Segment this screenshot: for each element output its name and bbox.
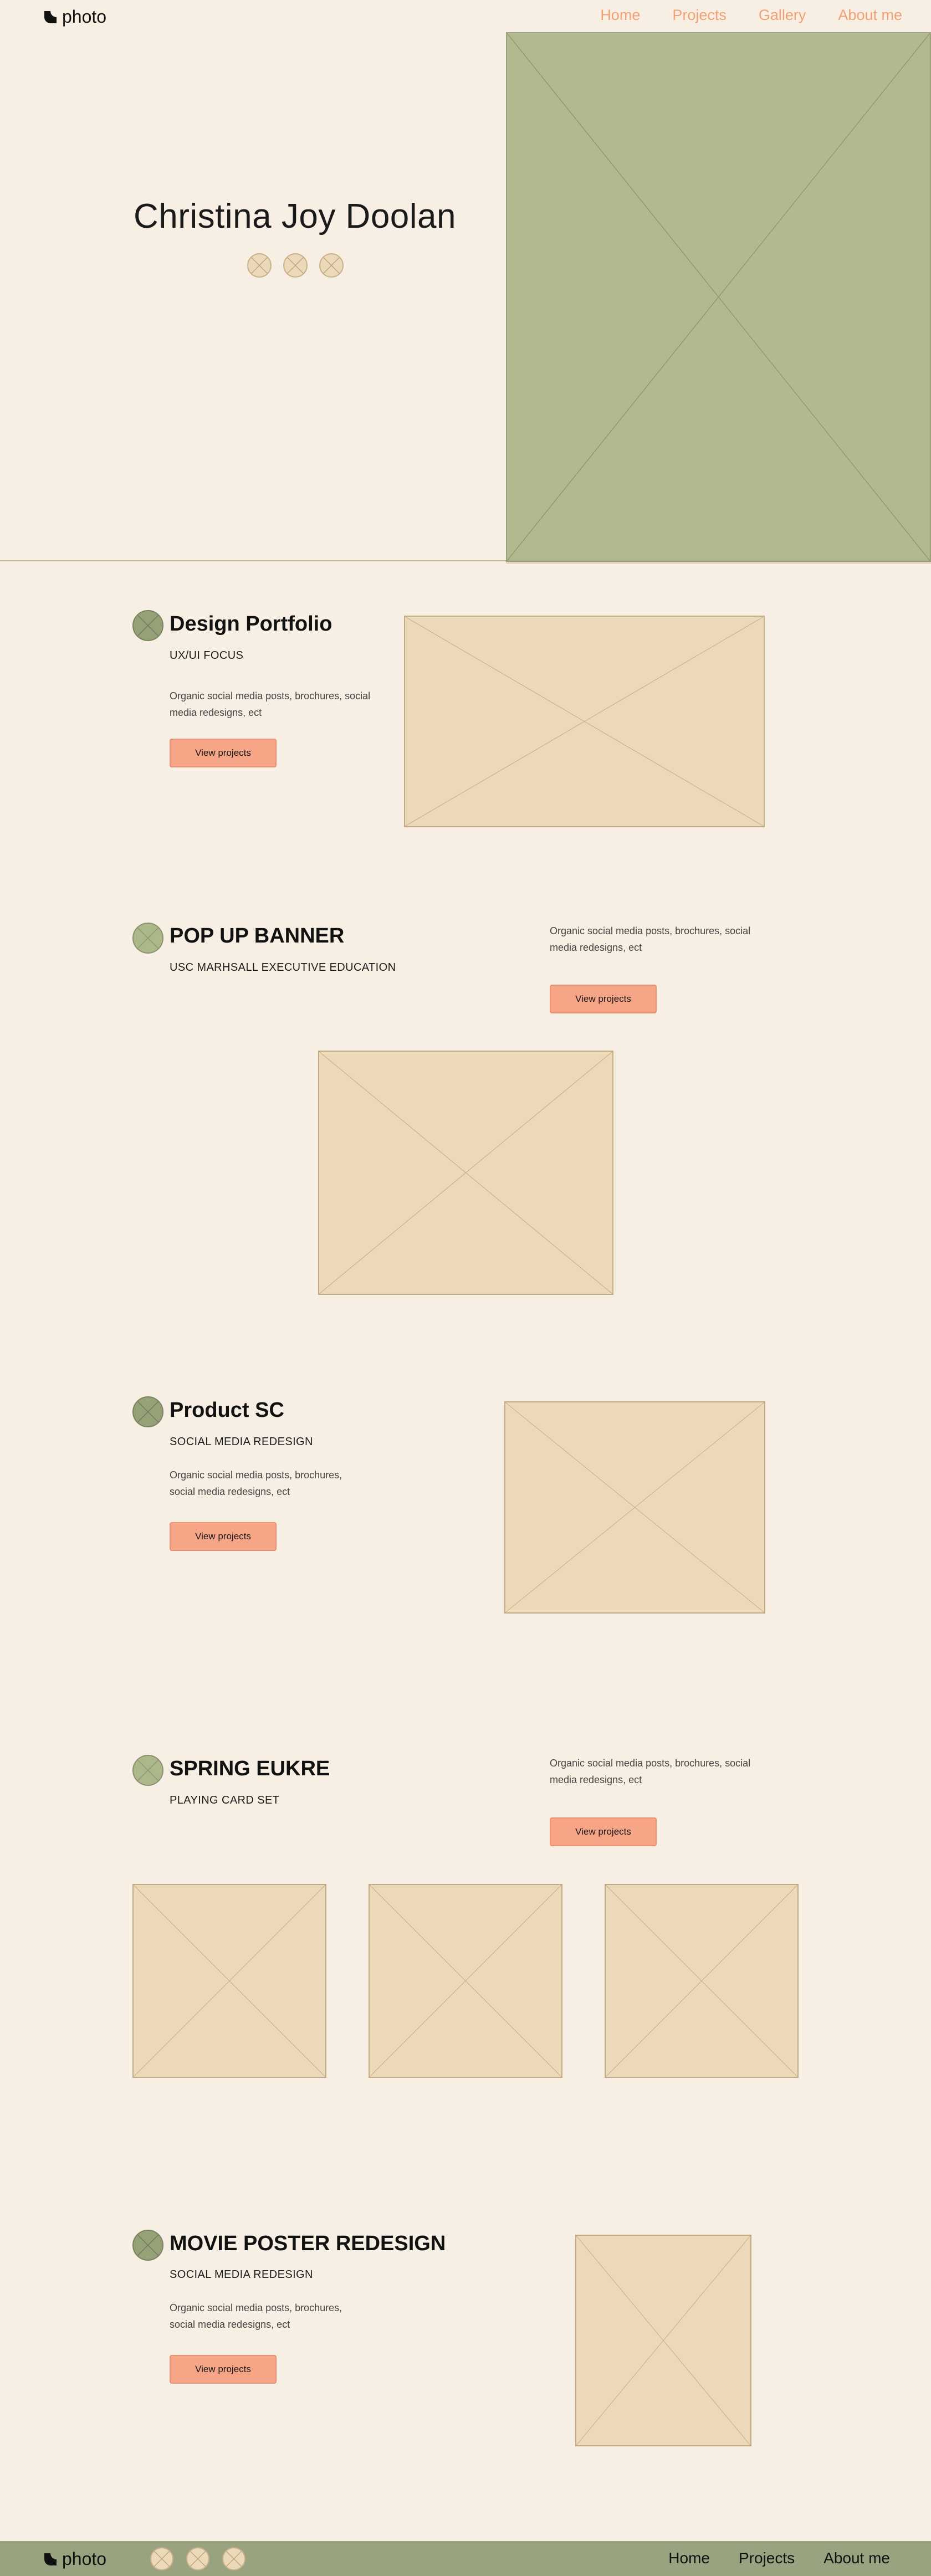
section-3-view-projects-button[interactable]: View projects [170,1522,277,1551]
section-5-icon [132,2230,163,2261]
section-3-icon [132,1396,163,1427]
nav-about-me[interactable]: About me [838,7,902,24]
footer: photo Home Projects About me [0,2541,931,2576]
section-4-subtitle: PLAYING CARD SET [170,1794,280,1806]
hero-divider [0,560,506,561]
footer-social-icon-3[interactable] [222,2547,245,2570]
section-2-subtitle: USC MARHSALL EXECUTIVE EDUCATION [170,961,396,974]
footer-nav-projects[interactable]: Projects [739,2549,795,2567]
section-1-view-projects-button[interactable]: View projects [170,739,277,767]
section-4-image-placeholder-2 [369,1884,562,2078]
section-3-title: Product SC [170,1399,284,1422]
header-logo[interactable]: photo [44,7,106,27]
section-5-description: Organic social media posts, brochures, s… [170,2302,342,2330]
section-5-subtitle: SOCIAL MEDIA REDESIGN [170,2268,313,2281]
footer-nav: Home Projects About me [668,2549,890,2567]
section-4-title: SPRING EUKRE [170,1757,330,1780]
footer-nav-home[interactable]: Home [668,2549,710,2567]
hero-image-placeholder [506,32,931,562]
section-4-image-placeholder-3 [605,1884,799,2078]
logo-text: photo [62,7,107,27]
section-3-subtitle: SOCIAL MEDIA REDESIGN [170,1436,313,1448]
footer-logo-text: photo [62,2549,107,2569]
footer-social-icon-2[interactable] [186,2547,209,2570]
footer-logo-icon [44,2553,57,2565]
section-4-icon [132,1755,163,1786]
section-3-description: Organic social media posts, brochures, s… [170,1469,342,1497]
section-1-title: Design Portfolio [170,612,332,636]
social-icon-1[interactable] [247,253,272,278]
section-4-image-placeholder-1 [132,1884,326,2078]
footer-nav-about-me[interactable]: About me [823,2549,890,2567]
section-2-view-projects-button[interactable]: View projects [550,985,657,1013]
footer-logo[interactable]: photo [44,2549,106,2569]
footer-social-icon-1[interactable] [150,2547,173,2570]
nav-gallery[interactable]: Gallery [759,7,806,24]
section-3-image-placeholder [504,1401,765,1614]
section-2-icon [132,923,163,954]
section-2-title: POP UP BANNER [170,924,345,948]
hero-divider-right [506,562,931,564]
section-5-view-projects-button[interactable]: View projects [170,2355,277,2384]
section-5-title: MOVIE POSTER REDESIGN [170,2232,446,2255]
section-1-subtitle: UX/UI FOCUS [170,649,244,662]
section-2-image-placeholder [318,1051,613,1295]
header-nav: Home Projects Gallery About me [600,7,902,24]
nav-home[interactable]: Home [600,7,640,24]
section-1-icon [132,610,163,641]
section-4-description: Organic social media posts, brochures, s… [550,1758,751,1785]
social-icon-2[interactable] [283,253,308,278]
logo-icon [44,11,57,23]
section-4-view-projects-button[interactable]: View projects [550,1817,657,1846]
nav-projects[interactable]: Projects [672,7,727,24]
social-icon-3[interactable] [319,253,344,278]
hero-name: Christina Joy Doolan [133,197,457,235]
section-5-image-placeholder [575,2235,751,2446]
section-1-image-placeholder [404,616,765,827]
section-1-description: Organic social media posts, brochures, s… [170,690,371,718]
section-2-description: Organic social media posts, brochures, s… [550,925,751,953]
